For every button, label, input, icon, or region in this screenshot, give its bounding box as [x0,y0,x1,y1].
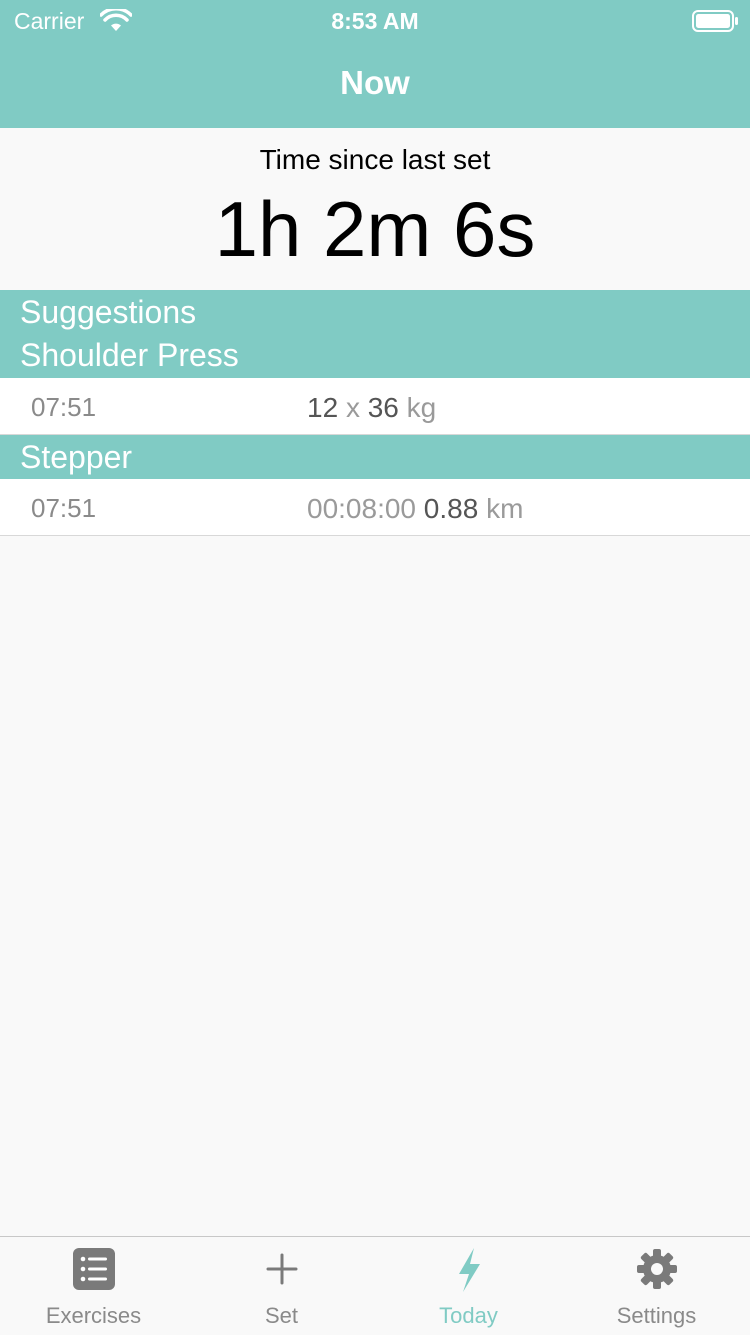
exercise-name: Shoulder Press [20,337,239,373]
plus-icon [266,1253,297,1285]
list-icon [72,1248,115,1290]
tab-label: Exercises [45,1303,142,1328]
set-time: 07:51 [31,493,97,523]
status-time: 8:53 AM [331,8,419,34]
tab-label: Set [264,1303,299,1328]
distance-value: 0.88 [423,493,479,524]
tab-bar: Exercises Set Today Settings [0,1236,750,1335]
times-symbol: x [345,392,360,423]
gear-icon [636,1249,677,1289]
weight-value: 36 [367,392,399,423]
set-time: 07:51 [31,392,97,422]
timer-panel: Time since last set 1h 2m 6s [0,128,750,290]
status-bar: Carrier 8:53 AM [0,0,750,40]
battery-icon [692,10,738,32]
suggestions-title: Suggestions [20,294,197,330]
timer-label: Time since last set [259,144,491,175]
set-value: 00:08:00 0.88 km [307,493,523,525]
duration-value: 00:08:00 [307,493,416,524]
page-title: Now [340,64,410,101]
tab-today[interactable]: Today [375,1237,562,1335]
tab-settings[interactable]: Settings [563,1237,750,1335]
exercise-name: Stepper [20,439,133,475]
weight-unit: kg [406,392,437,423]
exercise-header: Stepper [0,435,750,479]
bolt-icon [458,1248,480,1292]
tab-label: Today [439,1303,498,1328]
timer-value: 1h 2m 6s [214,185,536,273]
reps-value: 12 [307,392,339,423]
suggestion-row[interactable]: 07:51 12 x 36 kg [0,378,750,435]
tab-exercises[interactable]: Exercises [0,1237,187,1335]
header: Carrier 8:53 AM Now [0,0,750,128]
tab-label: Settings [616,1303,697,1328]
set-value: 12 x 36 kg [307,392,436,424]
distance-unit: km [486,493,524,524]
suggestion-row[interactable]: 07:51 00:08:00 0.88 km [0,479,750,536]
suggestions-header: Suggestions Shoulder Press [0,290,750,378]
tab-set[interactable]: Set [188,1237,375,1335]
